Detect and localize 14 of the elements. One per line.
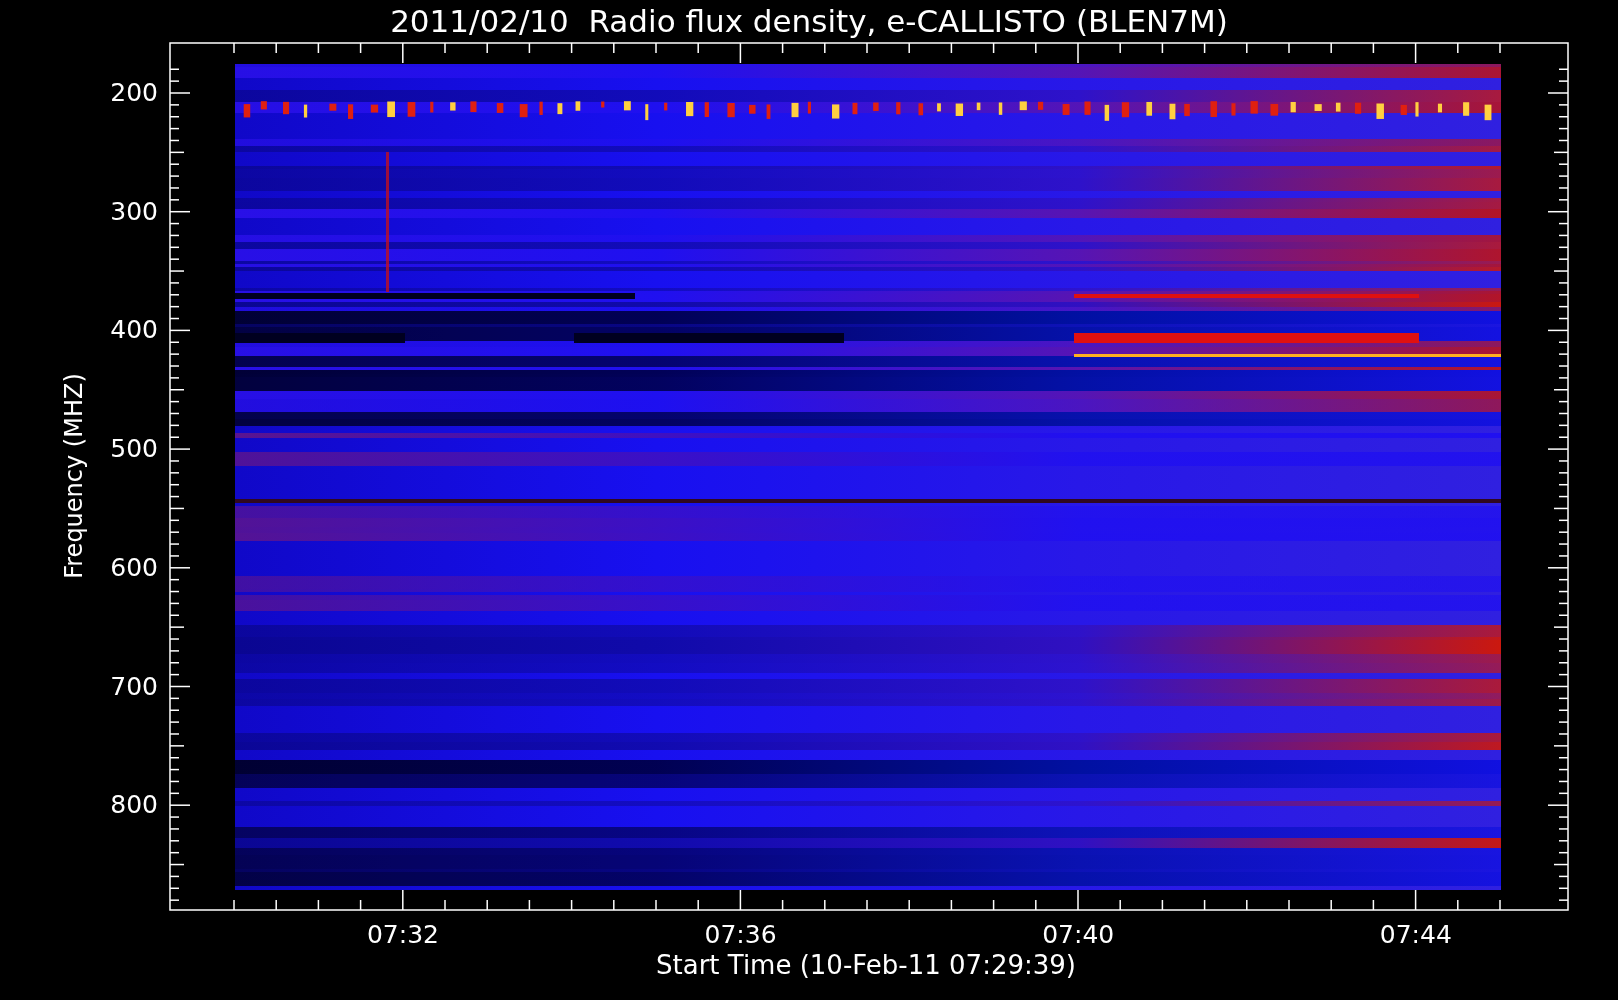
tick-label: 500 xyxy=(109,434,158,465)
tick-label: 400 xyxy=(109,315,158,346)
tick-label: 600 xyxy=(109,552,158,583)
tick-label: 07:36 xyxy=(703,920,778,950)
tick-label: 800 xyxy=(109,790,158,821)
tick-label: 300 xyxy=(109,196,158,227)
tick-label: 07:32 xyxy=(365,920,440,950)
tick-label: 200 xyxy=(109,78,158,108)
chart-title: 2011/02/10 Radio flux density, e-CALLISTO (BLEN7M) xyxy=(390,2,1228,40)
axis-title: Start Time (10-Feb-11 07:29:39) xyxy=(656,950,1076,980)
tick-label: 700 xyxy=(109,671,158,702)
tick-label: 07:40 xyxy=(1041,920,1116,950)
axis-title: Frequency (MHZ) xyxy=(60,373,88,579)
tick-label: 07:44 xyxy=(1378,920,1453,950)
